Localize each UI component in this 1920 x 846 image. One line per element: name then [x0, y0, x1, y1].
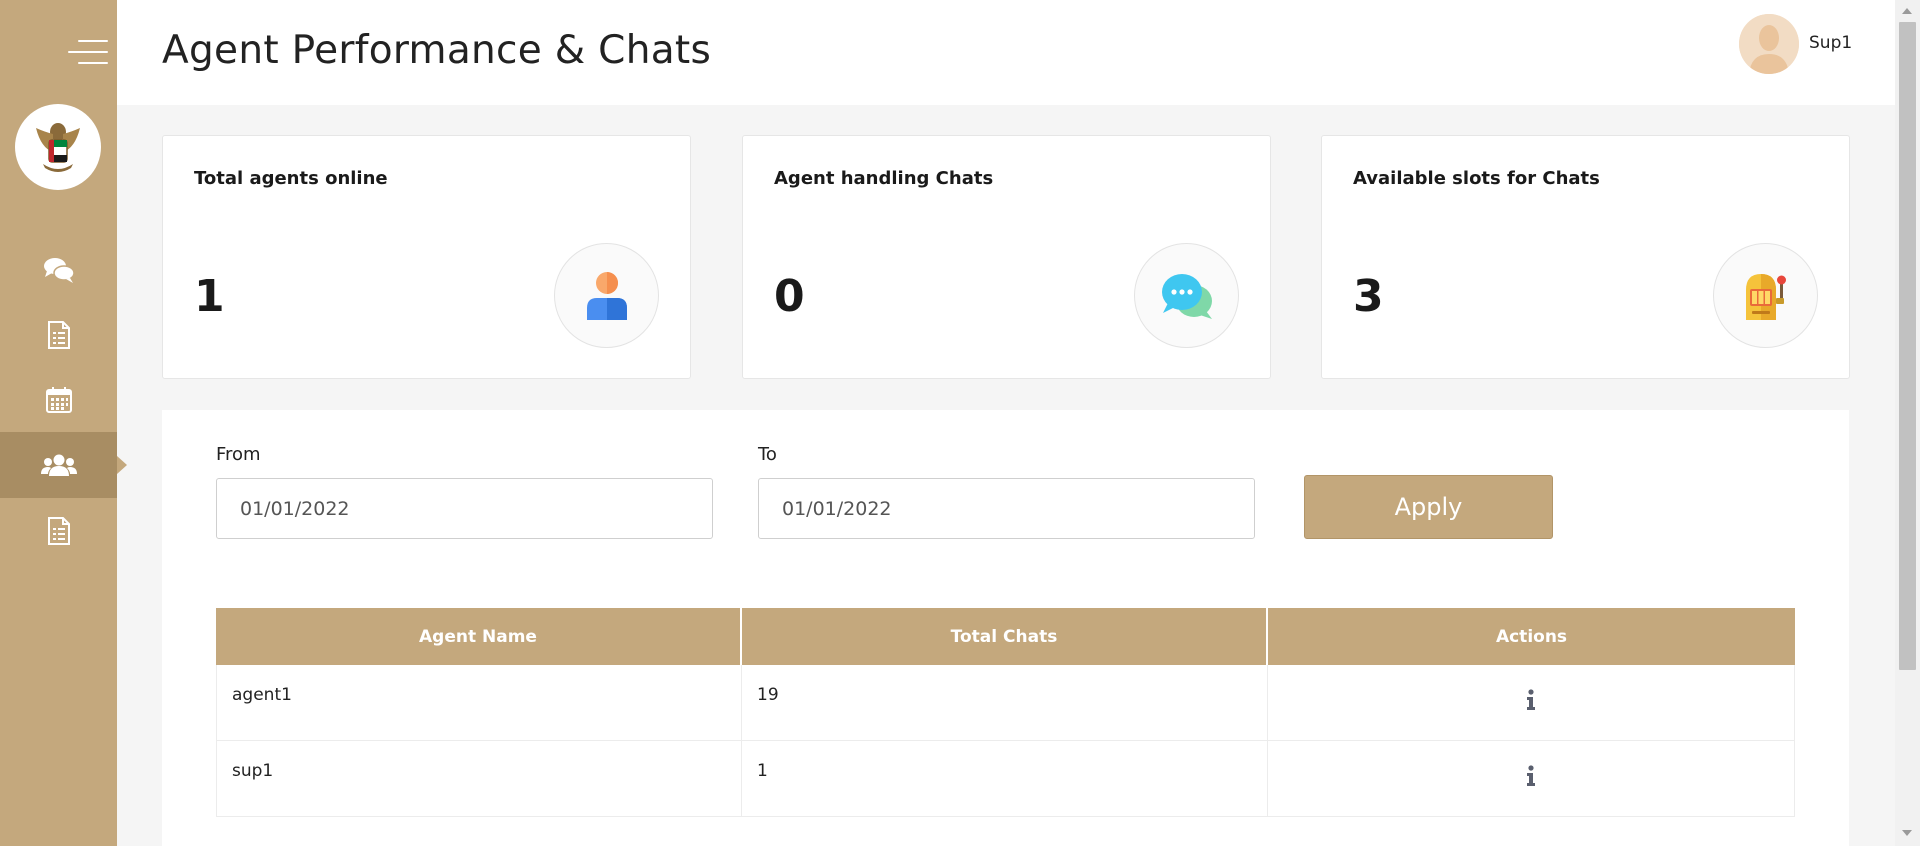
user-name[interactable]: Sup1: [1809, 33, 1852, 53]
scroll-down-icon[interactable]: [1902, 830, 1912, 836]
card-icon-wrapper: [554, 243, 659, 348]
card-value: 0: [774, 271, 805, 322]
stat-card-agents-online: Total agents online 1: [162, 135, 691, 379]
card-icon-wrapper: [1134, 243, 1239, 348]
card-value: 3: [1353, 271, 1384, 322]
sidebar-item-reports[interactable]: [0, 302, 117, 368]
sidebar-item-logs[interactable]: [0, 498, 117, 564]
stat-card-handling-chats: Agent handling Chats 0: [742, 135, 1271, 379]
total-chats-cell: 19: [742, 665, 1268, 740]
column-header-actions: Actions: [1495, 626, 1568, 647]
page-scrollbar[interactable]: [1895, 0, 1920, 846]
document-list-icon: [47, 517, 70, 545]
column-header-total-chats: Total Chats: [742, 608, 1268, 665]
to-date-input[interactable]: [758, 478, 1255, 539]
from-label: From: [216, 444, 261, 465]
agent-name-cell: sup1: [216, 741, 742, 816]
avatar[interactable]: [1739, 14, 1799, 74]
document-list-icon: [47, 321, 70, 349]
table-row: sup1 1: [216, 741, 1795, 817]
page-title: Agent Performance & Chats: [162, 28, 712, 73]
agent-name-cell: agent1: [216, 665, 742, 740]
menu-toggle-icon[interactable]: [66, 38, 108, 68]
card-title: Agent handling Chats: [774, 168, 994, 189]
header: Agent Performance & Chats Sup1: [117, 0, 1895, 105]
to-label: To: [758, 444, 777, 465]
calendar-icon: [45, 387, 72, 413]
slot-machine-icon: [1745, 273, 1786, 320]
agents-table: Agent Name Total Chats Actions agent1 19…: [216, 608, 1795, 817]
info-icon[interactable]: [1516, 683, 1546, 722]
performance-panel: From To Apply Agent Name Total Chats Act…: [162, 410, 1849, 846]
card-icon-wrapper: [1713, 243, 1818, 348]
user-avatar-icon: [1739, 14, 1799, 74]
sidebar-item-agents[interactable]: [0, 432, 127, 498]
stat-card-available-slots: Available slots for Chats 3: [1321, 135, 1850, 379]
card-value: 1: [194, 271, 225, 322]
card-title: Available slots for Chats: [1353, 168, 1600, 189]
actions-cell: [1268, 665, 1795, 740]
sidebar-item-calendar[interactable]: [0, 367, 117, 433]
table-header: Agent Name Total Chats Actions: [216, 608, 1795, 665]
chat-bubbles-icon: [43, 258, 75, 283]
agent-icon: [586, 271, 627, 320]
sidebar: [0, 0, 127, 846]
scroll-up-icon[interactable]: [1902, 8, 1912, 14]
users-icon: [40, 454, 77, 476]
logo: [15, 104, 101, 190]
total-chats-cell: 1: [742, 741, 1268, 816]
emblem-icon: [36, 123, 80, 172]
card-title: Total agents online: [194, 168, 388, 189]
from-date-input[interactable]: [216, 478, 713, 539]
scroll-thumb[interactable]: [1899, 22, 1916, 670]
sidebar-item-chats[interactable]: [0, 237, 117, 303]
info-icon[interactable]: [1516, 759, 1546, 798]
chat-icon: [1161, 273, 1212, 319]
table-row: agent1 19: [216, 665, 1795, 741]
apply-button[interactable]: Apply: [1304, 475, 1553, 539]
column-header-agent-name: Agent Name: [216, 608, 742, 665]
actions-cell: [1268, 741, 1795, 816]
